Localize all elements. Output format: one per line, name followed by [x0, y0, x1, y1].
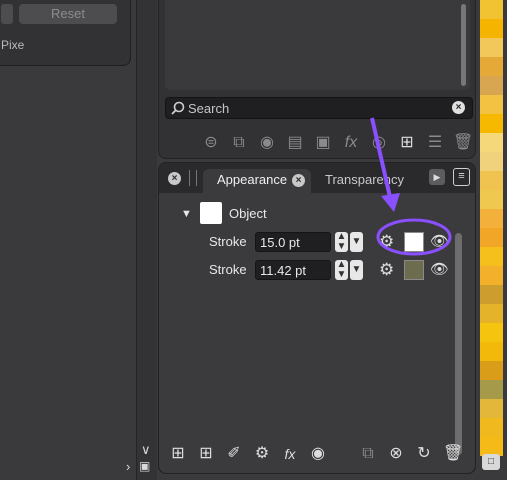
color-swatch[interactable] [480, 76, 503, 95]
color-swatch[interactable] [480, 95, 503, 114]
color-swatch[interactable] [480, 57, 503, 76]
color-swatch[interactable] [480, 323, 503, 342]
annotation-overlay [370, 117, 452, 256]
color-swatch-column [480, 0, 503, 456]
color-swatch[interactable] [480, 418, 503, 437]
color-swatch[interactable] [480, 228, 503, 247]
color-swatch[interactable] [480, 380, 503, 399]
color-swatch[interactable] [480, 0, 503, 19]
color-swatch[interactable] [480, 171, 503, 190]
color-swatch[interactable] [480, 114, 503, 133]
annotation-arrowhead [381, 193, 400, 212]
color-swatch[interactable] [480, 361, 503, 380]
color-swatch[interactable] [480, 304, 503, 323]
color-swatch[interactable] [480, 190, 503, 209]
comment-icon[interactable]: □ [482, 454, 500, 470]
color-swatch[interactable] [480, 38, 503, 57]
annotation-highlight-circle [376, 218, 452, 256]
color-swatch[interactable] [480, 133, 503, 152]
color-swatch[interactable] [480, 342, 503, 361]
color-swatch[interactable] [480, 209, 503, 228]
color-swatch[interactable] [480, 266, 503, 285]
color-swatch[interactable] [480, 19, 503, 38]
color-swatch[interactable] [480, 285, 503, 304]
color-swatch[interactable] [480, 247, 503, 266]
annotation-arrow-shaft [370, 117, 392, 198]
color-swatch[interactable] [480, 399, 503, 418]
color-swatch[interactable] [480, 152, 503, 171]
